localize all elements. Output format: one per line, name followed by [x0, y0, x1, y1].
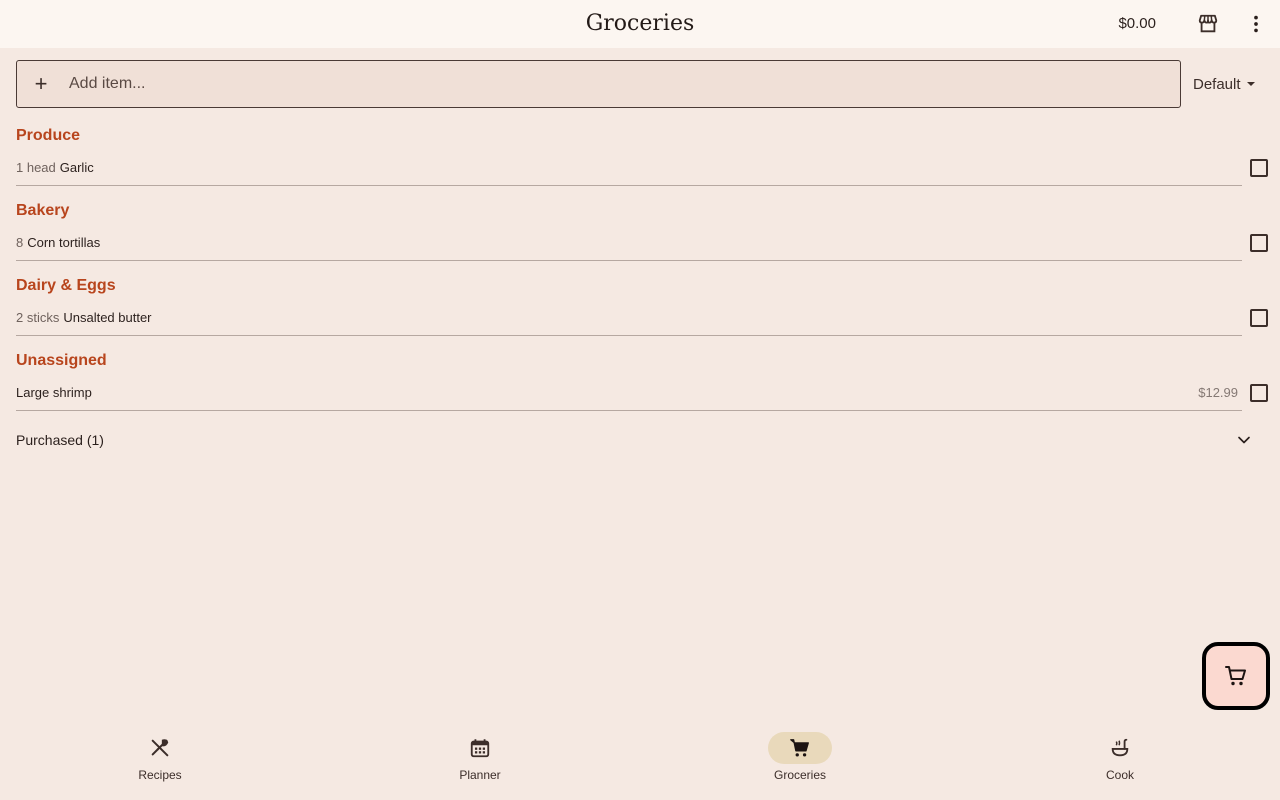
calendar-icon — [470, 739, 490, 758]
item-checkbox[interactable] — [1250, 159, 1268, 177]
storefront-icon — [1198, 14, 1218, 33]
item-quantity: 1 head — [16, 160, 56, 175]
item-content: 2 sticks Unsalted butter — [16, 300, 1242, 336]
item-quantity: 2 sticks — [16, 310, 60, 325]
page-title: Groceries — [585, 11, 695, 36]
nav-planner[interactable]: Planner — [380, 732, 580, 792]
sort-value: Default — [1193, 75, 1241, 93]
list-item[interactable]: 8 Corn tortillas — [0, 225, 1280, 272]
section-produce: Produce 1 head Garlic — [0, 122, 1280, 197]
item-name: Large shrimp — [16, 385, 92, 400]
item-content: Large shrimp $12.99 — [16, 375, 1242, 411]
bottom-navigation: Recipes Planner Groceries Cook — [0, 720, 1280, 800]
nav-indicator — [768, 732, 832, 764]
nav-label: Cook — [1105, 768, 1134, 782]
section-title: Unassigned — [16, 352, 107, 369]
more-vert-icon — [1254, 15, 1258, 33]
add-item-input[interactable] — [65, 61, 1180, 107]
grocery-list: Produce 1 head Garlic Bakery 8 Corn tort… — [0, 122, 1280, 422]
shopping-mode-fab[interactable] — [1202, 642, 1270, 710]
sort-dropdown[interactable]: Default — [1193, 70, 1255, 98]
nav-recipes[interactable]: Recipes — [60, 732, 260, 792]
item-content: 8 Corn tortillas — [16, 225, 1242, 261]
item-checkbox[interactable] — [1250, 384, 1268, 402]
nav-indicator — [1088, 732, 1152, 764]
section-dairy-eggs: Dairy & Eggs 2 sticks Unsalted butter — [0, 272, 1280, 347]
nav-label: Groceries — [773, 768, 826, 782]
item-content: 1 head Garlic — [16, 150, 1242, 186]
list-item[interactable]: 2 sticks Unsalted butter — [0, 300, 1280, 347]
item-checkbox[interactable] — [1250, 309, 1268, 327]
section-unassigned: Unassigned Large shrimp $12.99 — [0, 347, 1280, 422]
nav-label: Planner — [459, 768, 501, 782]
section-title: Produce — [16, 127, 81, 144]
purchased-label: Purchased (1) — [16, 432, 104, 448]
overflow-menu-button[interactable] — [1240, 8, 1272, 40]
item-quantity: 8 — [16, 235, 24, 250]
top-app-bar: Groceries $0.00 — [0, 0, 1280, 48]
cart-icon — [790, 739, 809, 757]
nav-indicator — [128, 732, 192, 764]
item-checkbox[interactable] — [1250, 234, 1268, 252]
fork-knife-icon — [151, 739, 169, 757]
section-title: Bakery — [16, 202, 70, 219]
item-name: Garlic — [59, 160, 94, 175]
cart-icon — [1225, 666, 1246, 686]
list-item[interactable]: 1 head Garlic — [0, 150, 1280, 197]
ladle-pot-icon — [1111, 738, 1129, 757]
nav-indicator — [448, 732, 512, 764]
nav-label: Recipes — [138, 768, 182, 782]
section-title: Dairy & Eggs — [16, 277, 116, 294]
total-price: $0.00 — [1118, 15, 1156, 32]
item-name: Unsalted butter — [63, 310, 152, 325]
list-item[interactable]: Large shrimp $12.99 — [0, 375, 1280, 422]
chevron-down-icon — [1238, 436, 1250, 444]
purchased-toggle[interactable]: Purchased (1) — [0, 424, 1280, 458]
item-price: $12.99 — [1198, 385, 1238, 400]
nav-cook[interactable]: Cook — [1020, 732, 1220, 792]
nav-groceries[interactable]: Groceries — [700, 732, 900, 792]
plus-icon[interactable]: + — [17, 61, 65, 107]
store-button[interactable] — [1192, 8, 1224, 40]
section-bakery: Bakery 8 Corn tortillas — [0, 197, 1280, 272]
item-name: Corn tortillas — [27, 235, 101, 250]
caret-down-icon — [1246, 82, 1255, 86]
add-item-field[interactable]: + — [16, 60, 1181, 108]
